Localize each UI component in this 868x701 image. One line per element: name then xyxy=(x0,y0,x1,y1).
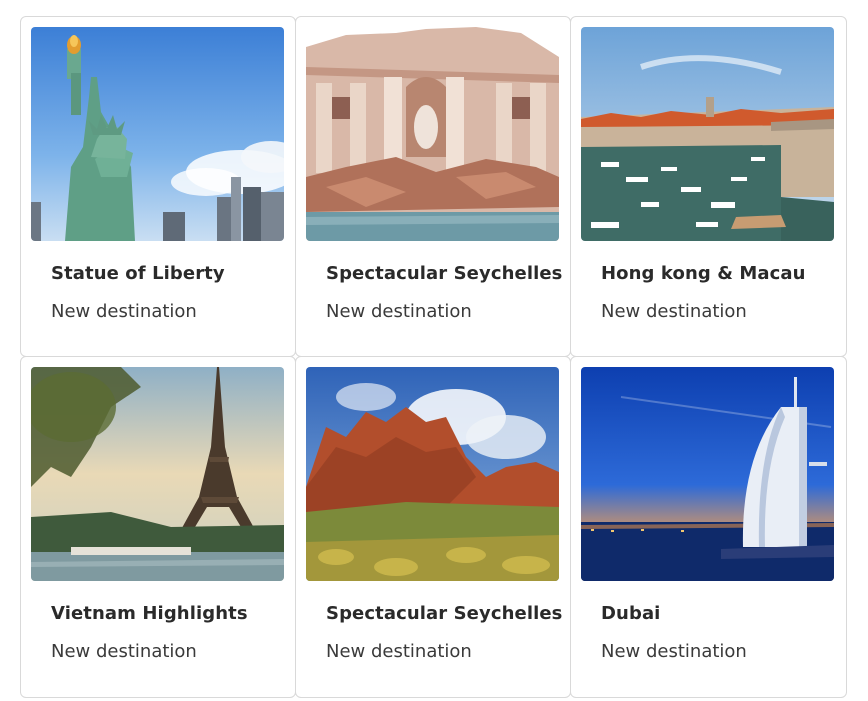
card-subtitle: New destination xyxy=(601,641,747,662)
destination-card[interactable]: Spectacular Seychelles New destination xyxy=(295,16,571,357)
card-subtitle: New destination xyxy=(51,641,197,662)
harbor-town-image[interactable] xyxy=(581,27,834,241)
card-subtitle: New destination xyxy=(601,301,747,322)
destination-grid: Statue of Liberty New destination Specta… xyxy=(20,16,847,698)
destination-card[interactable]: Hong kong & Macau New destination xyxy=(570,16,847,357)
statue-of-liberty-image[interactable] xyxy=(31,27,284,241)
card-subtitle: New destination xyxy=(51,301,197,322)
card-title[interactable]: Spectacular Seychelles xyxy=(326,603,562,624)
desert-mountains-image[interactable] xyxy=(306,367,559,581)
destination-card[interactable]: Vietnam Highlights New destination xyxy=(20,356,296,698)
card-subtitle: New destination xyxy=(326,641,472,662)
card-subtitle: New destination xyxy=(326,301,472,322)
destination-card[interactable]: Spectacular Seychelles New destination xyxy=(295,356,571,698)
burj-al-arab-image[interactable] xyxy=(581,367,834,581)
card-title[interactable]: Statue of Liberty xyxy=(51,263,225,284)
destination-card[interactable]: Dubai New destination xyxy=(570,356,847,698)
fountain-image[interactable] xyxy=(306,27,559,241)
eiffel-tower-image[interactable] xyxy=(31,367,284,581)
destination-card[interactable]: Statue of Liberty New destination xyxy=(20,16,296,357)
card-title[interactable]: Hong kong & Macau xyxy=(601,263,806,284)
card-title[interactable]: Vietnam Highlights xyxy=(51,603,248,624)
card-title[interactable]: Dubai xyxy=(601,603,660,624)
card-title[interactable]: Spectacular Seychelles xyxy=(326,263,562,284)
